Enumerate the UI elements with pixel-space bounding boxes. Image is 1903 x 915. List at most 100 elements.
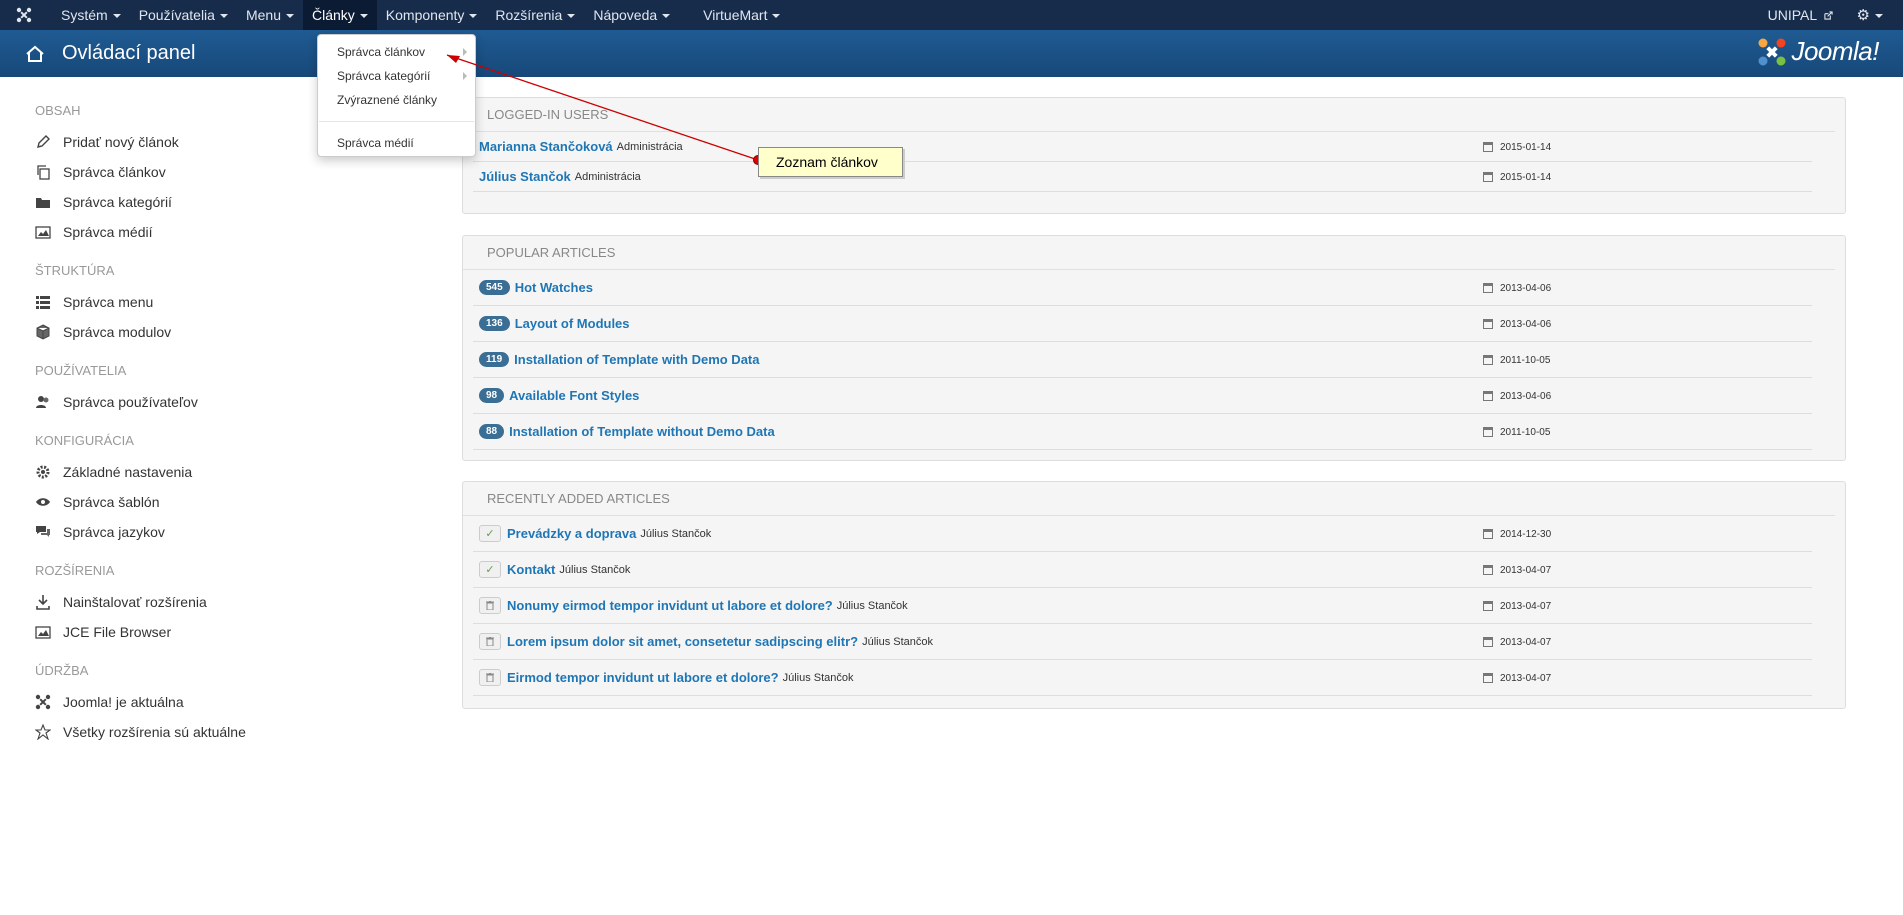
calendar-icon [1483, 142, 1493, 152]
sidebar: OBSAH Pridať nový článok Správca článkov Sp… [35, 95, 415, 747]
date-text: 2013-04-06 [1500, 390, 1552, 402]
article-link[interactable]: Eirmod tempor invidunt ut labore et dolo… [507, 670, 779, 685]
table-row: 119 Installation of Template with Demo Da… [473, 342, 1812, 378]
check-icon[interactable]: ✓ [479, 525, 501, 542]
article-link[interactable]: Lorem ipsum dolor sit amet, consetetur s… [507, 634, 858, 649]
dropdown-item-0[interactable]: Správca článkov [318, 40, 475, 64]
joomla-icon[interactable] [0, 0, 48, 30]
nav-menu-6[interactable]: Nápoveda [584, 0, 679, 30]
sidebar-item[interactable]: Základné nastavenia [35, 457, 415, 487]
table-row: ✓ Kontakt Július Stančok 2013-04-07 [473, 552, 1812, 588]
article-link[interactable]: Available Font Styles [509, 388, 639, 403]
dropdown-item-2[interactable]: Zvýraznené články [318, 88, 475, 112]
joomla-logo: Joomla! [1757, 36, 1879, 67]
row-date: 2013-04-07 [1483, 588, 1551, 624]
dropdown-item-label: Zvýraznené články [337, 93, 438, 107]
sidebar-item[interactable]: Správca článkov [35, 157, 415, 187]
caret-down-icon [359, 14, 368, 19]
hits-badge: 88 [479, 424, 505, 439]
row-date: 2011-10-05 [1483, 414, 1550, 450]
sidebar-item-label: JCE File Browser [63, 624, 172, 640]
sidebar-item[interactable]: Nainštalovať rozšírenia [35, 587, 415, 617]
nav-menu-5[interactable]: Rozšírenia [486, 0, 584, 30]
table-row: 545 Hot Watches 2013-04-06 [473, 270, 1812, 306]
sidebar-item[interactable]: Joomla! je aktuálna [35, 687, 415, 717]
menu-divider [319, 121, 474, 122]
article-link[interactable]: Hot Watches [515, 280, 593, 295]
trash-icon[interactable] [479, 633, 501, 650]
dropdown-item-media[interactable]: Správca médií [318, 131, 475, 155]
date-text: 2013-04-06 [1500, 282, 1552, 294]
calendar-icon [1483, 427, 1493, 437]
sidebar-item[interactable]: Správca menu [35, 287, 415, 317]
popular-articles-panel: POPULAR ARTICLES 545 Hot Watches 2013-04-0… [462, 235, 1846, 461]
sidebar-item-label: Správca médií [63, 224, 153, 240]
date-text: 2011-10-05 [1500, 426, 1551, 438]
article-author: Július Stančok [862, 635, 934, 648]
article-author: Július Stančok [559, 563, 631, 576]
nav-menu-label: Nápoveda [593, 7, 658, 23]
article-link[interactable]: Nonumy eirmod tempor invidunt ut labore … [507, 598, 833, 613]
table-row: ✓ Prevádzky a doprava Július Stančok 2014-1… [473, 516, 1812, 552]
settings-menu[interactable]: ⚙ [1845, 0, 1903, 30]
calendar-icon [1483, 637, 1493, 647]
image-icon [35, 624, 51, 640]
date-text: 2015-01-14 [1500, 171, 1552, 183]
nav-menu-3[interactable]: Články [303, 0, 377, 30]
nav-menu-7[interactable]: VirtueMart [694, 0, 789, 30]
article-author: Július Stančok [836, 599, 908, 612]
caret-down-icon [219, 14, 228, 19]
sidebar-item[interactable]: Správca modulov [35, 317, 415, 347]
nav-menu-label: Rozšírenia [495, 7, 563, 23]
calendar-icon [1483, 319, 1493, 329]
calendar-icon [1483, 355, 1493, 365]
panel-heading: RECENTLY ADDED ARTICLES [463, 482, 1835, 516]
articles-dropdown-menu: Správca článkov Správca kategórií Zvýrazne… [317, 34, 476, 157]
hits-badge: 119 [479, 352, 510, 367]
joomla-logo-icon [1758, 38, 1786, 65]
caret-down-icon [662, 14, 671, 19]
date-text: 2014-12-30 [1500, 528, 1552, 540]
user-link[interactable]: Július Stančok [479, 169, 571, 184]
check-icon[interactable]: ✓ [479, 561, 501, 578]
sidebar-item[interactable]: Správca kategórií [35, 187, 415, 217]
sidebar-item[interactable]: Všetky rozšírenia sú aktuálne [35, 717, 415, 747]
list-icon [35, 294, 51, 310]
cog-icon [35, 464, 51, 480]
caret-down-icon [112, 14, 121, 19]
page-title: Ovládací panel [62, 42, 196, 64]
date-text: 2011-10-05 [1500, 354, 1551, 366]
nav-menu-0[interactable]: Systém [52, 0, 130, 30]
hits-badge: 98 [479, 388, 505, 403]
sidebar-item-label: Základné nastavenia [63, 464, 193, 480]
row-date: 2011-10-05 [1483, 342, 1550, 378]
sidebar-item[interactable]: Správca médií [35, 217, 415, 247]
article-link[interactable]: Installation of Template without Demo Da… [509, 424, 775, 439]
logged-in-users-panel: LOGGED-IN USERS Marianna Stančoková Admin… [462, 97, 1846, 214]
row-date: 2013-04-07 [1483, 624, 1551, 660]
article-link[interactable]: Layout of Modules [515, 316, 630, 331]
user-menu[interactable]: UNIPAL [1756, 0, 1845, 30]
nav-menu-label: Menu [245, 7, 281, 23]
image-icon [35, 224, 51, 240]
calendar-icon [1483, 529, 1493, 539]
nav-menu-4[interactable]: Komponenty [377, 0, 487, 30]
sidebar-heading: ŠTRUKTÚRA [35, 263, 115, 278]
article-link[interactable]: Installation of Template with Demo Data [514, 352, 759, 367]
sidebar-item[interactable]: JCE File Browser [35, 617, 415, 647]
sidebar-item[interactable]: Správca používateľov [35, 387, 415, 417]
article-link[interactable]: Prevádzky a doprava [507, 526, 636, 541]
trash-icon[interactable] [479, 597, 501, 614]
dropdown-item-1[interactable]: Správca kategórií [318, 64, 475, 88]
nav-menu-1[interactable]: Používatelia [130, 0, 237, 30]
sidebar-item[interactable]: Správca šablón [35, 487, 415, 517]
trash-icon[interactable] [479, 669, 501, 686]
user-link[interactable]: Marianna Stančoková [479, 139, 613, 154]
nav-menu-2[interactable]: Menu [237, 0, 303, 30]
sidebar-item[interactable]: Správca jazykov [35, 517, 415, 547]
article-link[interactable]: Kontakt [507, 562, 555, 577]
row-date: 2013-04-07 [1483, 660, 1551, 696]
caret-down-icon [286, 14, 294, 19]
article-author: Július Stančok [782, 671, 854, 684]
comments-icon [35, 524, 51, 540]
